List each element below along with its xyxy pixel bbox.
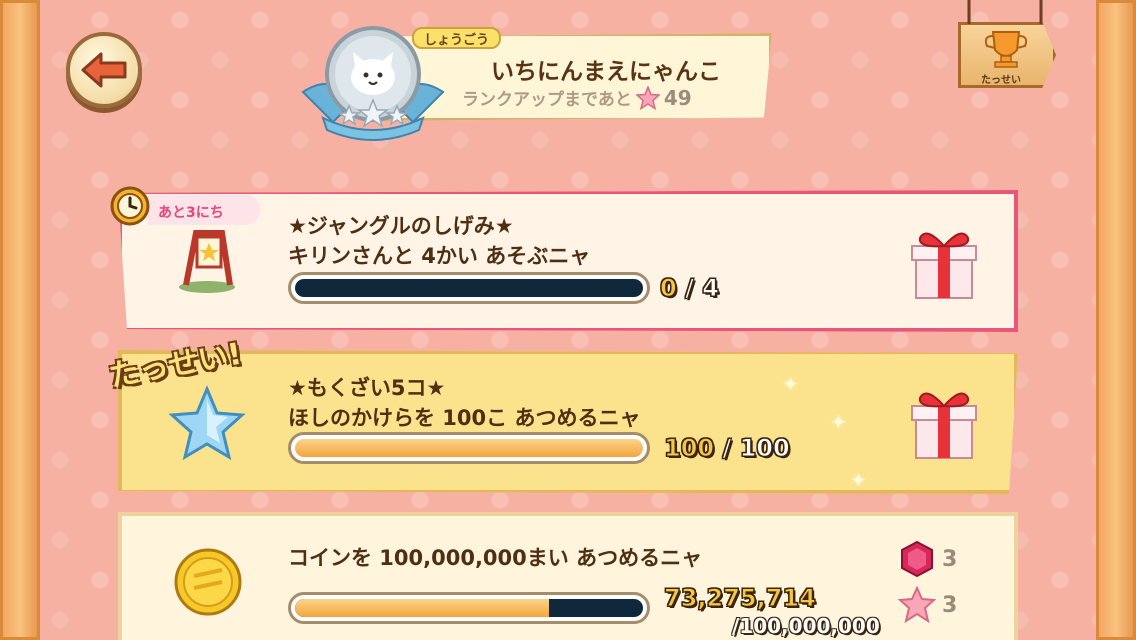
gold-coin-icon — [174, 548, 242, 616]
mission-title-line2: ほしのかけらを 100こ あつめるニャ — [288, 406, 641, 430]
progress-bar — [288, 592, 650, 624]
sparkle-icon: ✦ — [830, 410, 847, 434]
signboard-icon — [179, 230, 235, 293]
right-frame — [1096, 0, 1136, 640]
mission-title-line1: ★もくざい5コ★ — [288, 376, 446, 400]
ruby-gem-icon — [901, 540, 933, 578]
reward-amount: 3 — [942, 592, 958, 618]
rank-title: いちにんまえにゃんこ — [491, 59, 721, 85]
rank-up-remaining: 49 — [663, 85, 692, 110]
progress-target: 4 — [702, 274, 720, 303]
progress-separator: / — [722, 434, 732, 463]
progress-bar-fill — [295, 599, 550, 617]
progress-count: 100 / 100 — [663, 434, 790, 463]
mission-title-line1: ★ジャングルのしげみ★ — [288, 214, 514, 238]
reward-gem: 3 — [898, 540, 957, 578]
progress-current: 73,275,714 — [664, 584, 817, 613]
progress-separator: / — [685, 274, 695, 303]
cat-medal-icon — [301, 26, 445, 141]
gift-box-icon[interactable] — [908, 224, 980, 302]
sparkle-icon: ✦ — [850, 468, 867, 492]
back-button[interactable] — [66, 32, 142, 108]
progress-bar — [288, 432, 650, 464]
progress-target: /100,000,000 — [732, 614, 880, 638]
pink-star-icon — [635, 85, 660, 110]
mission-title-line1: コインを 100,000,000まい あつめるニャ — [288, 546, 703, 570]
progress-target: 100 — [739, 434, 790, 463]
star-fragment-icon — [168, 385, 246, 461]
rank-up-info: ランクアップまであと 49 — [462, 85, 692, 110]
progress-bar-fill — [295, 439, 643, 457]
pink-star-icon — [898, 586, 936, 624]
progress-current: 0 — [660, 274, 678, 303]
progress-current: 100 — [663, 434, 715, 463]
progress-count: 0 / 4 — [660, 274, 720, 303]
sparkle-icon: ✦ — [782, 372, 799, 396]
progress-bar — [288, 272, 650, 304]
reward-star: 3 — [898, 586, 957, 624]
reward-amount: 3 — [942, 546, 958, 572]
back-arrow-icon — [81, 52, 127, 88]
clock-icon — [110, 186, 150, 226]
mission-title-line2: キリンさんと 4かい あそぶニャ — [288, 244, 591, 268]
achievements-label: たっせい — [981, 75, 1021, 86]
gift-box-icon[interactable] — [908, 384, 980, 462]
progress-count: 73,275,714 — [664, 584, 817, 613]
left-frame — [0, 0, 40, 640]
time-remaining-text: あと3にち — [158, 205, 224, 221]
rank-up-text: ランクアップまであと — [462, 90, 632, 110]
